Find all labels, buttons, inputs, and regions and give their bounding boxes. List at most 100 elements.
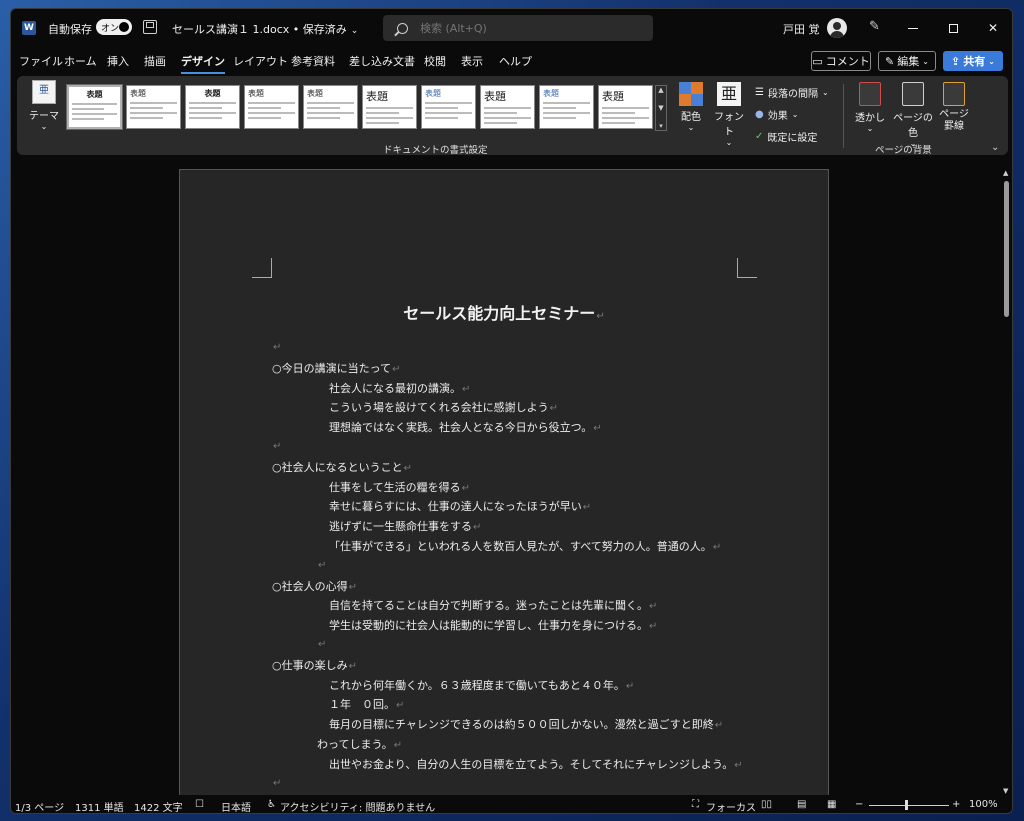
tab-9[interactable]: 表示 bbox=[461, 53, 483, 69]
user-name[interactable]: 戸田 覚 bbox=[783, 21, 820, 37]
document-line[interactable]: 出世やお金より、自分の人生の目標を立てよう。そしてそれにチャレンジしよう。↵ bbox=[329, 756, 743, 772]
document-line[interactable]: これから何年働くか。６３歳程度まで働いてもあと４０年。↵ bbox=[329, 677, 634, 693]
web-layout-icon[interactable]: ▦ bbox=[827, 799, 836, 810]
avatar[interactable] bbox=[827, 18, 847, 38]
style-set-heading: 表題 bbox=[602, 90, 624, 103]
pen-icon[interactable]: ✎ bbox=[869, 19, 883, 35]
effects-button[interactable]: ● 効果 ⌄ bbox=[755, 107, 798, 122]
preview-line bbox=[307, 102, 354, 104]
tab-7[interactable]: 差し込み文書 bbox=[349, 53, 415, 69]
document-line[interactable]: 幸せに暮らすには、仕事の達人になったほうが早い↵ bbox=[329, 498, 591, 514]
tab-10[interactable]: ヘルプ bbox=[499, 53, 532, 69]
minimize-button[interactable] bbox=[891, 9, 935, 47]
fonts-button[interactable]: 亜 フォント ⌄ bbox=[711, 82, 747, 147]
zoom-slider-thumb[interactable] bbox=[905, 800, 908, 810]
zoom-in-icon[interactable]: + bbox=[952, 799, 960, 810]
page-color-button[interactable]: ページの色 ⌄ bbox=[889, 82, 937, 148]
page-count[interactable]: 1/3 ページ bbox=[15, 799, 64, 813]
zoom-slider[interactable] bbox=[869, 805, 949, 806]
document-line[interactable]: 「仕事ができる」といわれる人を数百人見たが、すべて努力の人。普通の人。↵ bbox=[329, 538, 721, 554]
watermark-button[interactable]: 透かし ⌄ bbox=[853, 82, 887, 133]
gallery-scroll[interactable]: ▲ ▼ ▾ bbox=[655, 85, 667, 131]
tab-4[interactable]: デザイン bbox=[181, 53, 225, 74]
style-set-thumbnail[interactable]: 表題 bbox=[539, 85, 594, 129]
document-line-text: 社会人になる最初の講演。 bbox=[329, 381, 461, 395]
style-set-thumbnail[interactable]: 表題 bbox=[244, 85, 299, 129]
scroll-up-icon[interactable]: ▲ bbox=[1003, 169, 1008, 177]
document-line[interactable]: ↵ bbox=[272, 340, 281, 353]
style-set-thumbnail[interactable]: 表題 bbox=[480, 85, 535, 129]
word-count[interactable]: 1311 単語 bbox=[75, 799, 124, 813]
save-icon[interactable] bbox=[143, 20, 157, 34]
document-line[interactable]: ○社会人の心得↵ bbox=[272, 578, 357, 594]
tab-0[interactable]: ファイル bbox=[19, 53, 63, 69]
gallery-down-icon[interactable]: ▼ bbox=[658, 104, 663, 112]
document-line[interactable]: わってしまう。↵ bbox=[317, 736, 402, 752]
zoom-level[interactable]: 100% bbox=[969, 799, 998, 810]
style-set-thumbnail[interactable]: 表題 bbox=[66, 84, 123, 130]
read-mode-icon[interactable]: ▯▯ bbox=[761, 799, 772, 810]
share-button[interactable]: ⇪ 共有 ⌄ bbox=[943, 51, 1003, 71]
preview-line bbox=[602, 117, 649, 119]
themes-button[interactable]: 亜 テーマ ⌄ bbox=[29, 80, 59, 131]
document-line[interactable]: 学生は受動的に社会人は能動的に学習し、仕事力を身につける。↵ bbox=[329, 617, 657, 633]
preview-line bbox=[366, 112, 399, 114]
focus-mode[interactable]: フォーカス bbox=[706, 799, 756, 813]
set-as-default-button[interactable]: ✓ 既定に設定 bbox=[755, 129, 817, 144]
document-line[interactable]: 逃げずに一生懸命仕事をする↵ bbox=[329, 518, 481, 534]
style-set-thumbnail[interactable]: 表題 bbox=[362, 85, 417, 129]
accessibility-status[interactable]: アクセシビリティ: 問題ありません bbox=[280, 799, 435, 813]
document-line[interactable]: 理想論ではなく実践。社会人となる今日から役立つ。↵ bbox=[329, 419, 602, 435]
gallery-up-icon[interactable]: ▲ bbox=[658, 86, 663, 94]
document-page[interactable]: セールス能力向上セミナー↵ ↵ ○今日の講演に当たって↵ 社会人になる最初の講演。↵… bbox=[179, 169, 829, 809]
tab-2[interactable]: 挿入 bbox=[107, 53, 129, 69]
style-set-thumbnail[interactable]: 表題 bbox=[185, 85, 240, 129]
tab-3[interactable]: 描画 bbox=[144, 53, 166, 69]
page-borders-button[interactable]: ページ 罫線 bbox=[939, 82, 969, 133]
preview-line bbox=[189, 107, 222, 109]
tab-8[interactable]: 校閲 bbox=[424, 53, 446, 69]
vertical-scrollbar[interactable]: ▲ ▼ bbox=[1001, 169, 1012, 795]
comment-button[interactable]: ▭ コメント bbox=[811, 51, 871, 71]
style-set-thumbnail[interactable]: 表題 bbox=[598, 85, 653, 129]
style-set-thumbnail[interactable]: 表題 bbox=[303, 85, 358, 129]
document-line[interactable]: 仕事をして生活の糧を得る↵ bbox=[329, 479, 470, 495]
zoom-out-icon[interactable]: − bbox=[855, 799, 863, 810]
colors-button[interactable]: 配色 ⌄ bbox=[677, 82, 705, 132]
document-line[interactable]: ↵ bbox=[272, 776, 281, 789]
document-line[interactable]: ↵ bbox=[317, 558, 326, 571]
document-line[interactable]: ↵ bbox=[272, 439, 281, 452]
style-set-thumbnail[interactable]: 表題 bbox=[421, 85, 476, 129]
chevron-down-icon[interactable]: ⌄ bbox=[991, 142, 999, 153]
document-line[interactable]: こういう場を設けてくれる会社に感謝しよう↵ bbox=[329, 399, 558, 415]
document-line[interactable]: 社会人になる最初の講演。↵ bbox=[329, 380, 470, 396]
document-line[interactable]: ↵ bbox=[317, 637, 326, 650]
document-heading[interactable]: セールス能力向上セミナー↵ bbox=[180, 300, 828, 324]
print-layout-icon[interactable]: ▤ bbox=[797, 799, 806, 810]
gallery-more-icon[interactable]: ▾ bbox=[659, 122, 663, 130]
tab-1[interactable]: ホーム bbox=[64, 53, 97, 69]
document-line[interactable]: ○今日の講演に当たって↵ bbox=[272, 360, 400, 376]
char-count[interactable]: 1422 文字 bbox=[134, 799, 183, 813]
scroll-thumb[interactable] bbox=[1004, 181, 1009, 317]
search-input[interactable] bbox=[420, 21, 620, 35]
proofing-icon[interactable]: ☐ bbox=[195, 799, 204, 810]
language[interactable]: 日本語 bbox=[221, 799, 251, 813]
document-title[interactable]: セールス講演１ 1.docx • 保存済み ⌄ bbox=[172, 21, 358, 37]
style-set-thumbnail[interactable]: 表題 bbox=[126, 85, 181, 129]
document-line[interactable]: ○仕事の楽しみ↵ bbox=[272, 657, 357, 673]
search-box[interactable] bbox=[383, 15, 653, 41]
tab-5[interactable]: レイアウト bbox=[233, 53, 288, 69]
autosave-toggle[interactable]: オン bbox=[96, 19, 132, 35]
tab-6[interactable]: 参考資料 bbox=[291, 53, 335, 69]
edit-mode-button[interactable]: ✎ 編集 ⌄ bbox=[878, 51, 936, 71]
close-button[interactable]: ✕ bbox=[971, 9, 1012, 47]
document-line[interactable]: 自信を持てることは自分で判断する。迷ったことは先輩に聞く。↵ bbox=[329, 597, 657, 613]
document-line[interactable]: 毎月の目標にチャレンジできるのは約５００回しかない。漫然と過ごすと即終↵ bbox=[329, 716, 723, 732]
document-line[interactable]: １年 ０回。↵ bbox=[329, 696, 404, 712]
maximize-button[interactable] bbox=[931, 9, 975, 47]
paragraph-spacing-button[interactable]: ☰ 段落の間隔 ⌄ bbox=[755, 85, 829, 100]
document-line[interactable]: ○社会人になるということ↵ bbox=[272, 459, 412, 475]
scroll-down-icon[interactable]: ▼ bbox=[1003, 787, 1008, 795]
preview-line bbox=[307, 117, 340, 119]
